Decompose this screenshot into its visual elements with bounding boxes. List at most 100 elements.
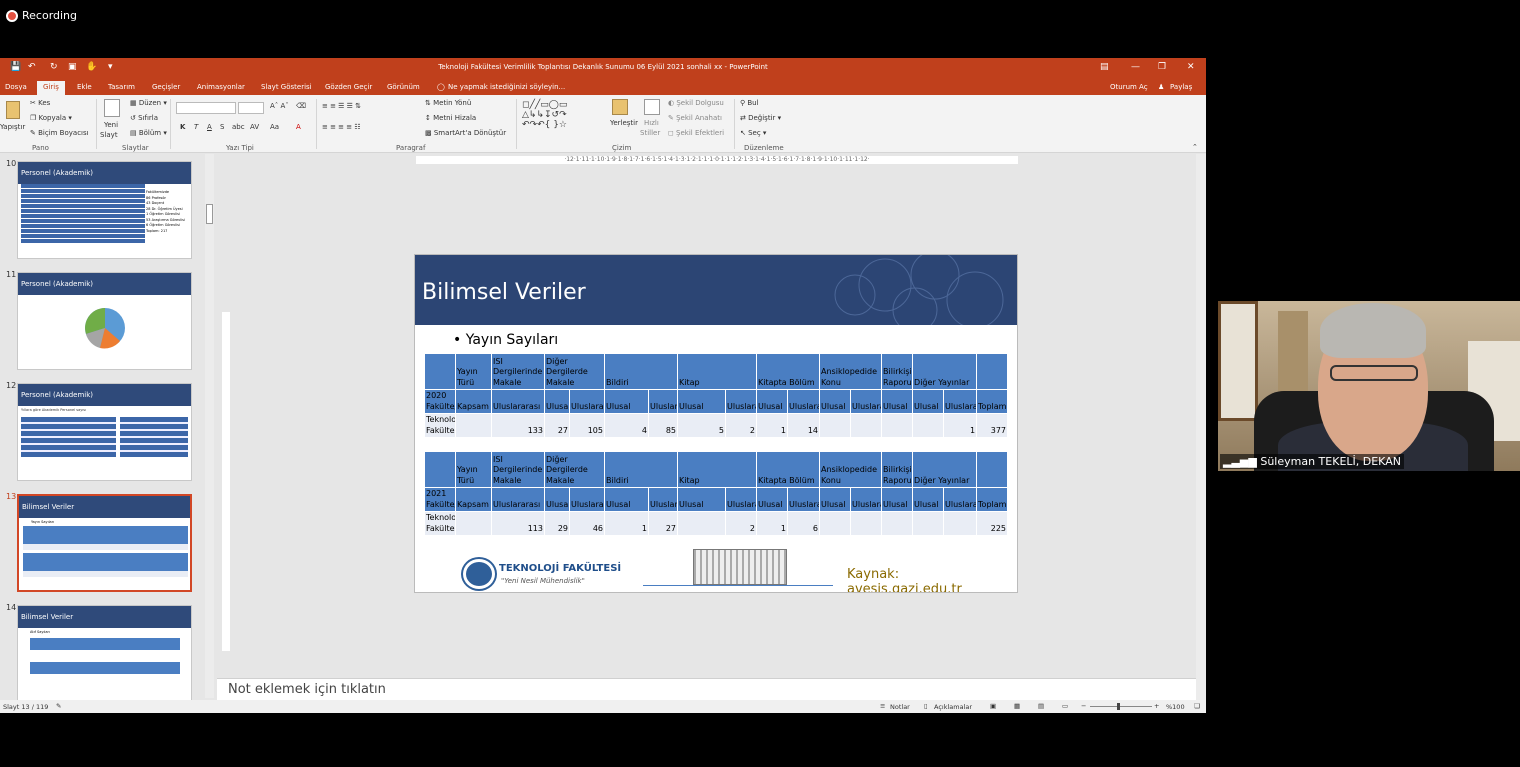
clear-format-icon[interactable]: ⌫ [296, 102, 306, 110]
zoom-out-icon[interactable]: − [1081, 702, 1086, 710]
underline-icon[interactable]: A [207, 123, 212, 131]
ribbon-display-icon[interactable]: ▤ [1100, 62, 1109, 72]
tab-animasyonlar[interactable]: Animasyonlar [197, 83, 245, 91]
tab-slayt-gosterisi[interactable]: Slayt Gösterisi [261, 83, 312, 91]
reset-button[interactable]: ↺ Sıfırla [130, 114, 158, 122]
text-direction-button[interactable]: ⇅ Metin Yönü [425, 99, 471, 107]
editor-scrollbar[interactable] [1196, 154, 1206, 700]
recording-bar: Recording [0, 0, 1520, 58]
paste-button[interactable]: Yapıştır [0, 123, 25, 131]
font-color-icon[interactable]: A [296, 123, 301, 131]
arrange-icon[interactable] [612, 99, 628, 115]
tell-me-input[interactable]: Ne yapmak istediğinizi söyleyin... [448, 83, 565, 91]
bullets-icon[interactable]: ≡ ≡ ☰ ☰ ⇅ [322, 102, 361, 110]
align-icons[interactable]: ≡ ≡ ≡ ≡ ☷ [322, 123, 361, 131]
slideshow-icon[interactable]: ▭ [1062, 702, 1068, 710]
reading-view-icon[interactable]: ▤ [1038, 702, 1044, 710]
tab-gorunum[interactable]: Görünüm [387, 83, 420, 91]
collapse-ribbon-icon[interactable]: ⌃ [1192, 143, 1198, 151]
replace-button[interactable]: ⇄ Değiştir ▾ [740, 114, 781, 122]
new-slide-label-2[interactable]: Slayt [100, 131, 118, 139]
thumbnail-slide-10[interactable]: Personel (Akademik) Fakültemizde 86 Prof… [17, 161, 192, 259]
char-spacing-icon[interactable]: AV [250, 123, 259, 131]
new-slide-label[interactable]: Yeni [104, 121, 118, 129]
separator [96, 99, 97, 149]
shape-effects-button[interactable]: ◻ Şekil Efektleri [668, 129, 724, 137]
arrange-button[interactable]: Yerleştir [610, 119, 638, 127]
tab-tasarim[interactable]: Tasarım [108, 83, 135, 91]
slide-sorter-icon[interactable]: ▦ [1014, 702, 1020, 710]
shape-fill-button[interactable]: ◐ Şekil Dolgusu [668, 99, 724, 107]
shadow-icon[interactable]: S [220, 123, 224, 131]
notes-button[interactable]: Notlar [890, 703, 910, 711]
tab-ekle[interactable]: Ekle [77, 83, 92, 91]
comments-button[interactable]: Açıklamalar [934, 703, 972, 711]
quick-styles-icon[interactable] [644, 99, 660, 115]
select-button[interactable]: ↖ Seç ▾ [740, 129, 766, 137]
copy-button[interactable]: ❐ Kopyala ▾ [30, 114, 72, 122]
shape-outline-label: Şekil Anahatı [676, 114, 722, 122]
comments-icon[interactable]: ▯ [924, 702, 928, 710]
thumbnail-subtitle: Yayın Sayıları [31, 520, 55, 524]
footer-line [643, 585, 833, 586]
data-cell: 14 [786, 413, 821, 438]
participant-video[interactable]: ▂▃▅▆ Süleyman TEKELİ, DEKAN [1218, 301, 1520, 471]
slide-canvas[interactable]: Bilimsel Veriler • Yayın Sayıları Yayın … [414, 254, 1018, 593]
font-size-select[interactable] [238, 102, 264, 114]
smartart-button[interactable]: ▩ SmartArt'a Dönüştür [425, 129, 506, 137]
minimize-icon[interactable]: — [1131, 62, 1140, 72]
shape-outline-button[interactable]: ✎ Şekil Anahatı [668, 114, 722, 122]
scrollbar-thumb[interactable] [206, 204, 213, 224]
zoom-slider[interactable] [1090, 706, 1152, 707]
header-cell: Ulusal [544, 487, 570, 512]
grow-font-icon[interactable]: Aˆ Aˇ [270, 102, 289, 110]
thumbnail-slide-13[interactable]: Bilimsel Veriler Yayın Sayıları [17, 494, 192, 592]
new-slide-icon[interactable] [104, 99, 120, 117]
spellcheck-icon[interactable]: ✎ [56, 702, 61, 710]
ribbon: Yapıştır ✂ Kes ❐ Kopyala ▾ ✎ Biçim Boyac… [0, 95, 1206, 153]
share-icon[interactable]: ♟ [1158, 83, 1164, 91]
section-button[interactable]: ▤ Bölüm ▾ [130, 129, 167, 137]
italic-icon[interactable]: T [194, 123, 198, 131]
quick-styles-label-2[interactable]: Stiller [640, 129, 660, 137]
layout-button[interactable]: ▦ Düzen ▾ [130, 99, 167, 107]
tab-giris[interactable]: Giriş [37, 81, 65, 95]
thumbnails-scrollbar[interactable] [205, 154, 214, 698]
restore-icon[interactable]: ❐ [1158, 62, 1166, 72]
thumbnail-slide-14[interactable]: Bilimsel Veriler Atıf Sayıları [17, 605, 192, 703]
zoom-in-icon[interactable]: + [1154, 702, 1159, 710]
shapes-gallery[interactable]: ◻╱╱▭◯▭ △↳↳↧↺↷ ↶↷↶{ }☆ [522, 100, 567, 130]
strikethrough-icon[interactable]: abc [232, 123, 245, 131]
zoom-level[interactable]: %100 [1166, 703, 1185, 711]
window-title: Teknoloji Fakültesi Verimlilik Toplantıs… [438, 63, 768, 71]
share-button[interactable]: Paylaş [1170, 83, 1192, 91]
header-cell: ISI Dergilerinde Makale [491, 451, 545, 488]
close-icon[interactable]: ✕ [1187, 62, 1195, 72]
data-cell [677, 511, 726, 536]
quick-styles-label[interactable]: Hızlı [644, 119, 659, 127]
thumbnail-slide-11[interactable]: Personel (Akademik) [17, 272, 192, 370]
data-cell: 113 [491, 511, 545, 536]
thumbnail-slide-12[interactable]: Personel (Akademik) Yıllara göre Akademi… [17, 383, 192, 481]
format-painter-button[interactable]: ✎ Biçim Boyacısı [30, 129, 89, 137]
zoom-slider-thumb[interactable] [1117, 703, 1120, 710]
font-name-select[interactable] [176, 102, 236, 114]
tab-gecisler[interactable]: Geçişler [152, 83, 180, 91]
tab-gozden-gecir[interactable]: Gözden Geçir [325, 83, 372, 91]
notes-icon[interactable]: ≡ [880, 702, 885, 710]
header-cell: Ulusal [912, 389, 945, 414]
tab-dosya[interactable]: Dosya [5, 83, 27, 91]
normal-view-icon[interactable]: ▣ [990, 702, 996, 710]
change-case-icon[interactable]: Aa [270, 123, 279, 131]
paste-icon[interactable] [6, 101, 20, 119]
bold-icon[interactable]: K [180, 123, 185, 131]
group-label-paragraf: Paragraf [396, 144, 426, 152]
align-text-button[interactable]: ↕ Metni Hizala [425, 114, 476, 122]
notes-input[interactable]: Not eklemek için tıklatın [217, 678, 1196, 700]
thumbnail-number: 11 [6, 270, 17, 279]
sign-in-link[interactable]: Oturum Aç [1110, 83, 1148, 91]
cut-button[interactable]: ✂ Kes [30, 99, 50, 107]
slide-header: Bilimsel Veriler [415, 255, 1017, 325]
find-button[interactable]: ⚲ Bul [740, 99, 759, 107]
fit-to-window-icon[interactable]: ❏ [1194, 702, 1200, 710]
